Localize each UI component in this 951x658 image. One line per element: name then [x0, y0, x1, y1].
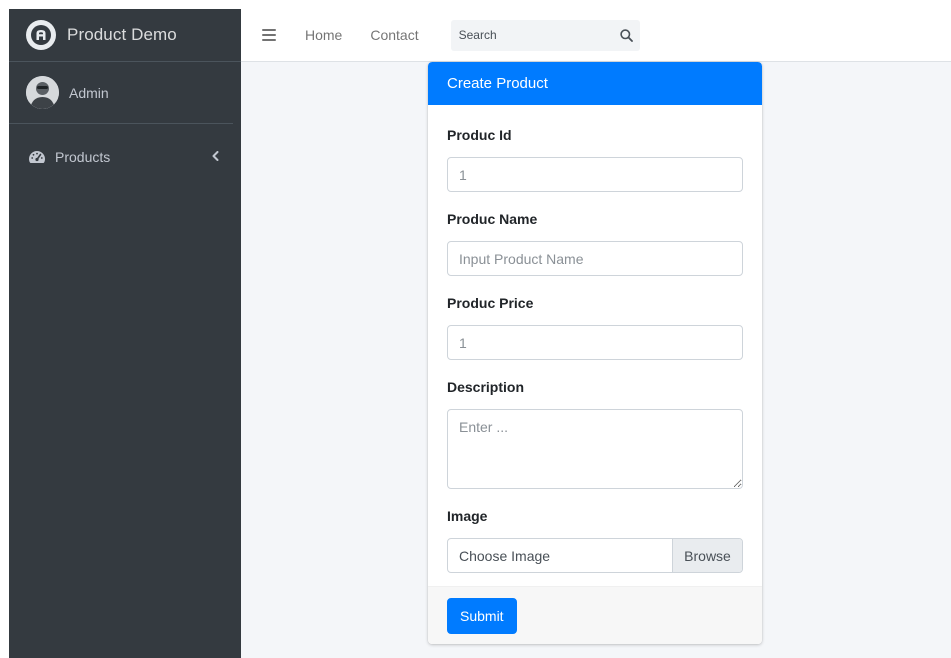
- description-textarea[interactable]: [447, 409, 743, 489]
- search-icon[interactable]: [614, 20, 640, 51]
- product-price-label: Produc Price: [447, 295, 534, 311]
- chevron-left-icon: [212, 150, 219, 164]
- nav-link-contact[interactable]: Contact: [370, 27, 418, 43]
- browse-button[interactable]: Browse: [672, 539, 742, 572]
- form-group-description: Description: [447, 379, 743, 489]
- main-sidebar: Product Demo Admin Products: [9, 9, 241, 658]
- card-body: Produc Id Produc Name Produc Price Descr…: [428, 105, 762, 586]
- image-label: Image: [447, 508, 488, 524]
- dashboard-gauge-icon: [27, 149, 47, 165]
- product-name-label: Produc Name: [447, 211, 538, 227]
- create-product-card: Create Product Produc Id Produc Name Pro…: [428, 62, 762, 644]
- image-file-input[interactable]: Choose Image Browse: [447, 538, 743, 573]
- user-panel[interactable]: Admin: [9, 62, 233, 124]
- hamburger-menu-icon[interactable]: [262, 29, 276, 41]
- nav-link-home[interactable]: Home: [305, 27, 342, 43]
- card-title: Create Product: [428, 62, 762, 105]
- description-label: Description: [447, 379, 525, 395]
- navbar-search: [450, 19, 640, 51]
- top-navbar: Home Contact: [241, 9, 951, 62]
- user-name: Admin: [69, 84, 109, 101]
- brand-logo-icon: [26, 20, 56, 50]
- user-avatar-icon: [26, 76, 59, 109]
- form-group-product-name: Produc Name: [447, 211, 743, 276]
- form-group-image: Image Choose Image Browse: [447, 508, 743, 573]
- submit-button[interactable]: Submit: [447, 598, 517, 634]
- choose-image-label[interactable]: Choose Image: [448, 539, 672, 572]
- form-group-product-id: Produc Id: [447, 127, 743, 192]
- sidebar-item-products[interactable]: Products: [9, 137, 241, 177]
- search-input[interactable]: [458, 28, 614, 42]
- form-group-product-price: Produc Price: [447, 295, 743, 360]
- product-id-label: Produc Id: [447, 127, 512, 143]
- card-footer: Submit: [428, 586, 762, 644]
- brand-text: Product Demo: [67, 25, 177, 44]
- brand-link[interactable]: Product Demo: [9, 9, 241, 62]
- product-id-input[interactable]: [447, 157, 743, 192]
- sidebar-nav: Products: [9, 124, 241, 177]
- product-price-input[interactable]: [447, 325, 743, 360]
- sidebar-item-label: Products: [55, 149, 111, 165]
- product-name-input[interactable]: [447, 241, 743, 276]
